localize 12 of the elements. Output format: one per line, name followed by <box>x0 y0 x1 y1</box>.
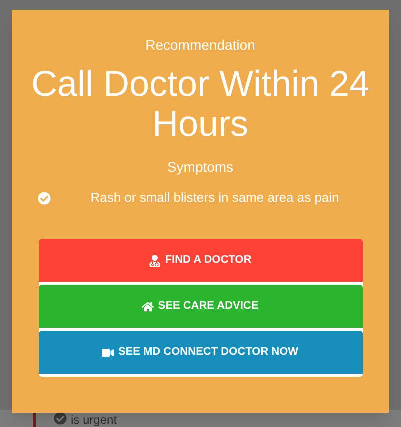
doctor-icon <box>149 254 162 266</box>
action-button[interactable]: SEE CARE ADVICE <box>38 285 362 328</box>
action-button[interactable]: SEE MD CONNECT DOCTOR NOW <box>38 331 362 374</box>
video-camera-icon <box>102 346 114 358</box>
symptom-text: Rash or small blisters in same area as pain <box>90 190 340 206</box>
action-button[interactable]: FIND A DOCTOR <box>38 239 362 282</box>
symptoms-heading: Symptoms <box>167 158 234 176</box>
house-icon <box>142 300 154 312</box>
recommendation-title: Call Doctor Within 24 Hours <box>30 64 371 144</box>
background-text: is urgent <box>71 413 118 427</box>
check-icon <box>54 412 67 425</box>
eyebrow-label: Recommendation <box>146 36 256 54</box>
